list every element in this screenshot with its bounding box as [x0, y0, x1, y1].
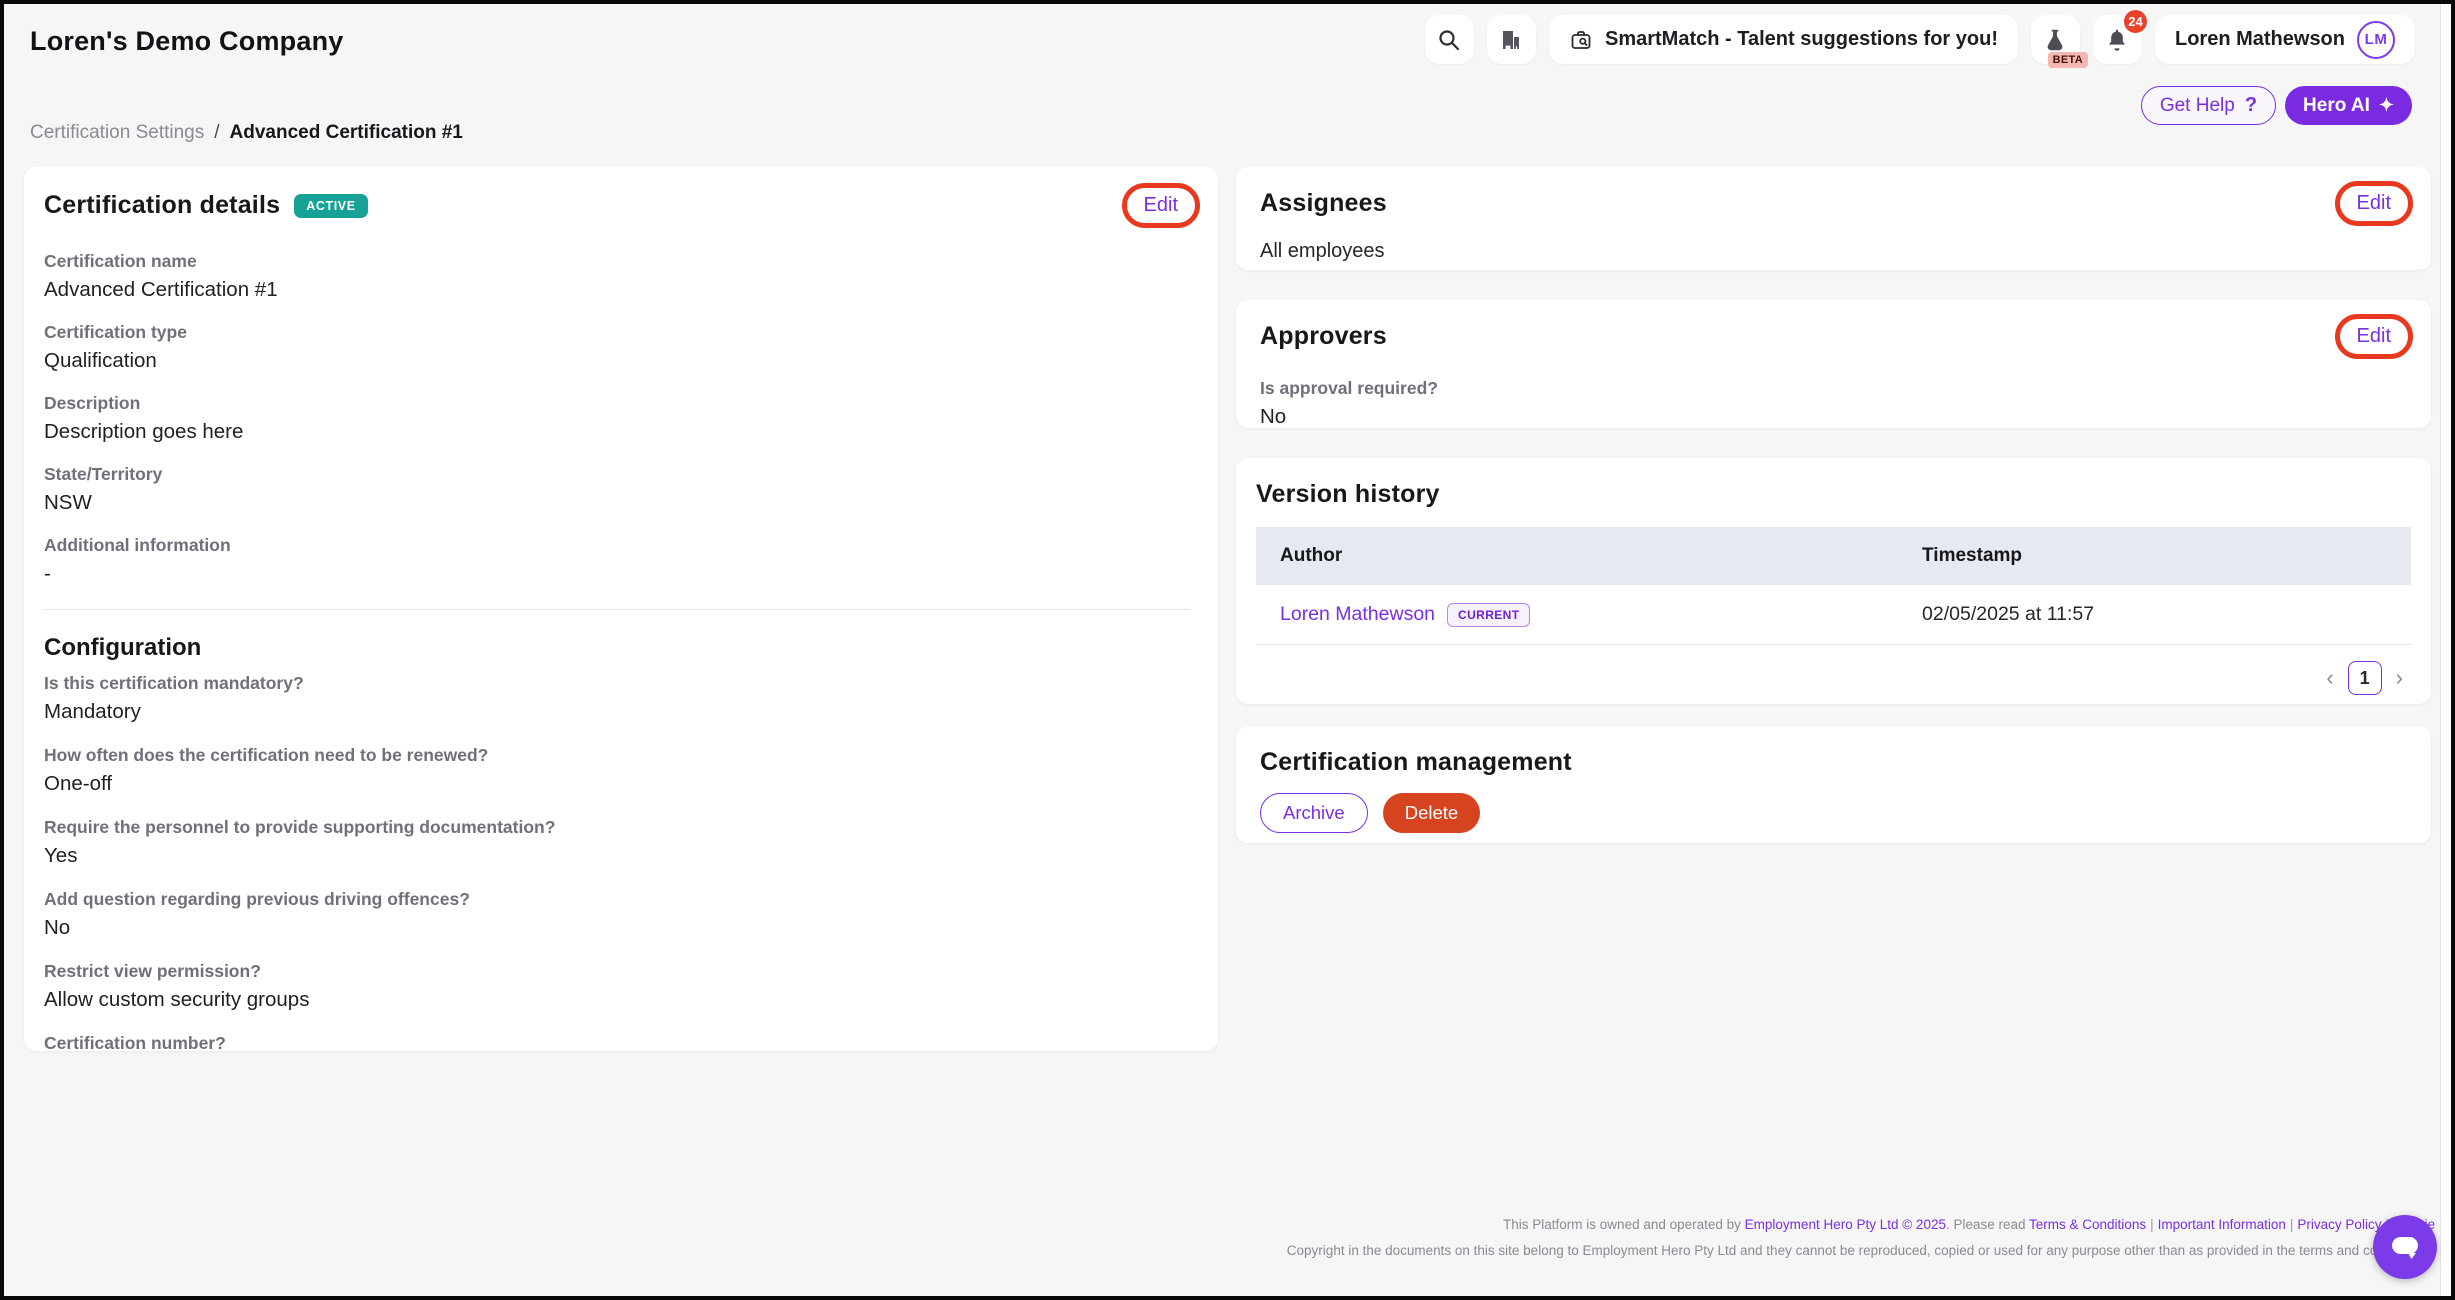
field-certification-name: Certification name Advanced Certificatio…	[44, 250, 1194, 303]
timestamp-cell: 02/05/2025 at 11:57	[1922, 603, 2387, 626]
flask-icon	[2042, 27, 2068, 53]
top-header: Loren's Demo Company SmartMatch - Talent…	[4, 4, 2451, 102]
search-icon	[1437, 28, 1461, 52]
smartmatch-button[interactable]: SmartMatch - Talent suggestions for you!	[1549, 15, 2018, 64]
next-page-button[interactable]: ›	[2396, 667, 2403, 689]
hero-ai-button[interactable]: Hero AI ✦	[2285, 86, 2412, 125]
field-supporting-documentation: Require the personnel to provide support…	[44, 816, 1194, 869]
edit-annotation-circle: Edit	[1122, 183, 1200, 228]
terms-conditions-link[interactable]: Terms & Conditions	[2029, 1217, 2146, 1232]
breadcrumb: Certification Settings / Advanced Certif…	[30, 122, 463, 144]
section-divider	[44, 609, 1190, 610]
organisation-button[interactable]	[1487, 15, 1536, 64]
breadcrumb-separator: /	[214, 122, 219, 144]
field-renewal: How often does the certification need to…	[44, 744, 1194, 797]
field-description: Description Description goes here	[44, 392, 1194, 445]
get-help-button[interactable]: Get Help ?	[2141, 86, 2276, 125]
chat-bubble-icon	[2386, 1228, 2424, 1266]
important-information-link[interactable]: Important Information	[2158, 1217, 2286, 1232]
scrollbar-track[interactable]	[2440, 4, 2451, 1296]
get-help-label: Get Help	[2160, 95, 2235, 117]
field-state-territory: State/Territory NSW	[44, 463, 1194, 516]
assignees-card: Assignees Edit All employees	[1236, 167, 2431, 270]
avatar-initials: LM	[2365, 31, 2388, 48]
edit-details-button[interactable]: Edit	[1144, 194, 1178, 217]
smartmatch-label: SmartMatch - Talent suggestions for you!	[1605, 28, 1998, 51]
field-mandatory: Is this certification mandatory? Mandato…	[44, 672, 1194, 725]
version-history-title: Version history	[1256, 480, 2411, 509]
footer-line-2: Copyright in the documents on this site …	[1287, 1238, 2435, 1264]
hero-ai-label: Hero AI	[2303, 95, 2370, 117]
notification-count-badge: 24	[2122, 8, 2149, 35]
field-restrict-view-permission: Restrict view permission? Allow custom s…	[44, 960, 1194, 1013]
field-driving-offences: Add question regarding previous driving …	[44, 888, 1194, 941]
building-icon	[1499, 28, 1523, 52]
table-row: Loren Mathewson CURRENT 02/05/2025 at 11…	[1256, 585, 2411, 645]
edit-annotation-circle: Edit	[2335, 314, 2413, 359]
table-header-row: Author Timestamp	[1256, 527, 2411, 585]
company-title: Loren's Demo Company	[30, 26, 343, 57]
assignees-title: Assignees	[1260, 189, 1387, 218]
question-mark-icon: ?	[2245, 94, 2257, 117]
chat-launcher-button[interactable]	[2373, 1215, 2437, 1279]
notifications-button[interactable]: 24	[2093, 15, 2142, 64]
help-row: Get Help ? Hero AI ✦	[2141, 86, 2412, 125]
edit-annotation-circle: Edit	[2335, 181, 2413, 226]
privacy-policy-link[interactable]: Privacy Policy	[2297, 1217, 2381, 1232]
user-menu-button[interactable]: Loren Mathewson LM	[2155, 15, 2415, 64]
approvers-card: Approvers Edit Is approval required? No	[1236, 300, 2431, 428]
employment-hero-link[interactable]: Employment Hero Pty Ltd © 2025	[1745, 1217, 1946, 1232]
page-number-button[interactable]: 1	[2348, 661, 2382, 695]
current-version-badge: CURRENT	[1447, 603, 1530, 627]
certification-details-card: Certification details ACTIVE Edit Certif…	[24, 167, 1218, 1051]
certification-management-card: Certification management Archive Delete	[1236, 726, 2431, 843]
search-button[interactable]	[1425, 15, 1474, 64]
field-certification-number: Certification number? Yes	[44, 1032, 1194, 1051]
field-approval-required: Is approval required? No	[1260, 377, 2407, 428]
avatar: LM	[2357, 21, 2395, 59]
configuration-section: Configuration Is this certification mand…	[44, 634, 1194, 1051]
legal-footer: This Platform is owned and operated by E…	[1287, 1212, 2435, 1264]
field-certification-type: Certification type Qualification	[44, 321, 1194, 374]
author-link[interactable]: Loren Mathewson	[1280, 603, 1435, 626]
breadcrumb-current: Advanced Certification #1	[230, 122, 463, 144]
configuration-title: Configuration	[44, 634, 1194, 662]
labs-button[interactable]: BETA	[2031, 15, 2080, 64]
field-additional-information: Additional information -	[44, 534, 1194, 587]
user-name: Loren Mathewson	[2175, 28, 2345, 51]
briefcase-search-icon	[1569, 28, 1593, 52]
status-badge: ACTIVE	[294, 194, 367, 218]
column-header-author: Author	[1280, 545, 1922, 567]
breadcrumb-certification-settings[interactable]: Certification Settings	[30, 122, 204, 144]
version-history-card: Version history Author Timestamp Loren M…	[1236, 458, 2431, 704]
details-card-title: Certification details	[44, 191, 280, 220]
version-history-table: Author Timestamp Loren Mathewson CURRENT…	[1256, 527, 2411, 645]
assignees-value: All employees	[1260, 240, 2407, 263]
previous-page-button[interactable]: ‹	[2326, 667, 2333, 689]
column-header-timestamp: Timestamp	[1922, 545, 2387, 567]
edit-approvers-button[interactable]: Edit	[2357, 325, 2391, 348]
sparkle-icon: ✦	[2379, 95, 2394, 116]
approvers-title: Approvers	[1260, 322, 1387, 351]
footer-line-1: This Platform is owned and operated by E…	[1287, 1212, 2435, 1238]
management-title: Certification management	[1260, 748, 2407, 777]
pagination: ‹ 1 ›	[1256, 661, 2411, 695]
certification-detail-page: Loren's Demo Company SmartMatch - Talent…	[0, 0, 2455, 1300]
beta-badge: BETA	[2048, 52, 2088, 68]
topbar-actions: SmartMatch - Talent suggestions for you!…	[1425, 15, 2415, 64]
delete-button[interactable]: Delete	[1383, 793, 1480, 833]
edit-assignees-button[interactable]: Edit	[2357, 192, 2391, 215]
archive-button[interactable]: Archive	[1260, 793, 1368, 833]
